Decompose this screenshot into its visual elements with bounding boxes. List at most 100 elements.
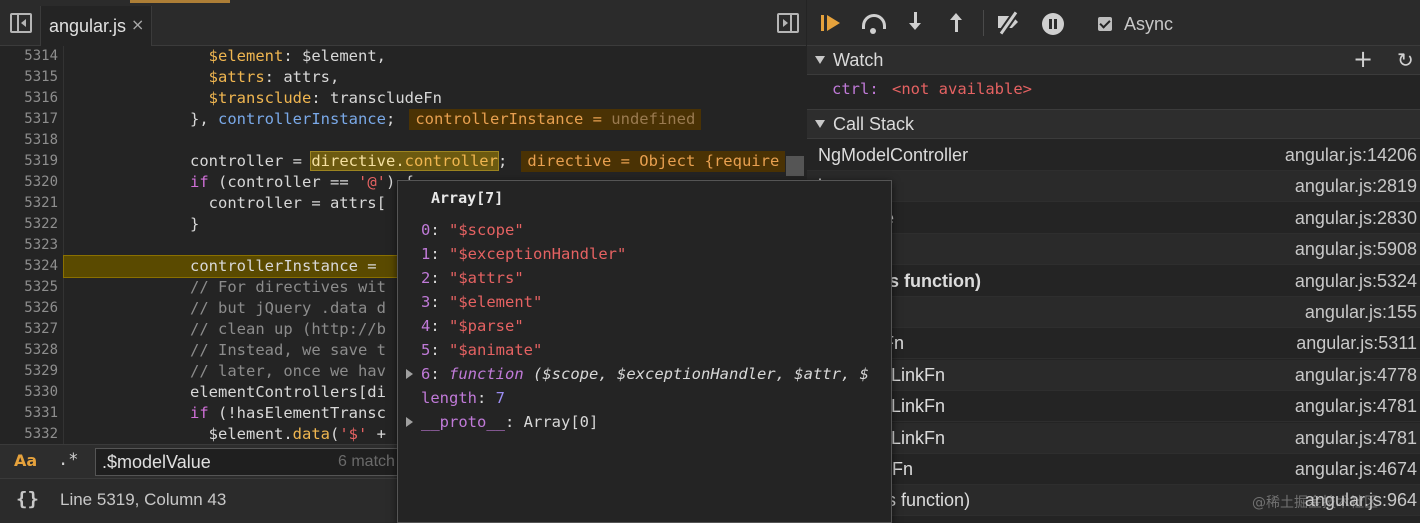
- line-number[interactable]: 5320: [0, 172, 58, 193]
- toggle-debugger-icon[interactable]: [777, 13, 799, 33]
- frame-location-link[interactable]: angular.js:5908: [1295, 239, 1417, 260]
- expand-triangle-icon[interactable]: [406, 417, 413, 427]
- line-number[interactable]: 5316: [0, 88, 58, 109]
- code-line[interactable]: controller = directive.controller; direct…: [64, 151, 786, 172]
- line-number[interactable]: 5332: [0, 424, 58, 444]
- line-number[interactable]: 5321: [0, 193, 58, 214]
- line-number[interactable]: 5331: [0, 403, 58, 424]
- code-line[interactable]: $element: $element,: [64, 46, 786, 67]
- frame-location-link[interactable]: angular.js:4778: [1295, 365, 1417, 386]
- code-line[interactable]: }, controllerInstance; controllerInstance…: [64, 109, 786, 130]
- line-number[interactable]: 5325: [0, 277, 58, 298]
- callstack-frame[interactable]: eangular.js:2830: [807, 203, 1420, 234]
- entry-key: 1: [421, 245, 431, 263]
- entry-value: "$scope": [449, 221, 524, 239]
- entry-value: "$animate": [449, 341, 543, 359]
- frame-location-link[interactable]: angular.js:4781: [1295, 396, 1417, 417]
- object-preview-popover: Array[7] 0: "$scope" 1: "$exceptionHandle…: [397, 180, 892, 523]
- step-over-icon[interactable]: [859, 10, 889, 38]
- callstack-frame[interactable]: angular.js:155: [807, 297, 1420, 328]
- pretty-print-icon[interactable]: {}: [16, 488, 39, 510]
- line-number[interactable]: 5314: [0, 46, 58, 67]
- debugger-sidebar: Async Watch + ↻ ctrl: <not available> Ca…: [807, 0, 1420, 523]
- search-match-count: 6 match: [338, 453, 395, 470]
- code-line[interactable]: $transclude: transcludeFn: [64, 88, 786, 109]
- regex-toggle[interactable]: .*: [58, 450, 78, 470]
- callstack-frame[interactable]: iangular.js:2819: [807, 171, 1420, 202]
- line-number[interactable]: 5324: [0, 256, 58, 277]
- line-number[interactable]: 5327: [0, 319, 58, 340]
- proto-entry[interactable]: __proto__: Array[0]: [421, 410, 598, 434]
- callstack-frame[interactable]: eLinkFn angular.js:4781: [807, 391, 1420, 422]
- frame-location-link[interactable]: angular.js:155: [1305, 302, 1417, 323]
- line-number-gutter[interactable]: 5314 5315 5316 5317 5318 5319 5320 5321 5322 5323…: [0, 46, 64, 444]
- array-entry[interactable]: 5: "$animate": [421, 338, 542, 362]
- line-number[interactable]: 5322: [0, 214, 58, 235]
- refresh-icon[interactable]: ↻: [1397, 48, 1414, 72]
- line-number[interactable]: 5319: [0, 151, 58, 172]
- step-into-icon[interactable]: [902, 10, 932, 38]
- line-number[interactable]: 5318: [0, 130, 58, 151]
- watch-expression-row[interactable]: ctrl: <not available>: [807, 77, 1420, 107]
- watch-section-header[interactable]: Watch + ↻: [807, 45, 1420, 75]
- callstack-frame[interactable]: angular.js:5908: [807, 234, 1420, 265]
- frame-location-link[interactable]: angular.js:2819: [1295, 176, 1417, 197]
- line-number[interactable]: 5323: [0, 235, 58, 256]
- line-number[interactable]: 5330: [0, 382, 58, 403]
- close-icon[interactable]: ×: [131, 15, 144, 34]
- file-tab-label: angular.js: [49, 16, 127, 36]
- array-entry[interactable]: 4: "$parse": [421, 314, 524, 338]
- debugger-toolbar: Async: [807, 0, 1420, 46]
- line-number[interactable]: 5315: [0, 67, 58, 88]
- callstack-frame[interactable]: kFn angular.js:4674: [807, 454, 1420, 485]
- callstack-section-header[interactable]: Call Stack: [807, 109, 1420, 139]
- array-entry[interactable]: 1: "$exceptionHandler": [421, 242, 626, 266]
- active-panel-accent: [130, 0, 230, 3]
- frame-location-link[interactable]: angular.js:4674: [1295, 459, 1417, 480]
- async-label: Async: [1124, 14, 1174, 34]
- async-checkbox[interactable]: [1098, 17, 1112, 31]
- toggle-navigator-icon[interactable]: [10, 13, 32, 33]
- line-number[interactable]: 5328: [0, 340, 58, 361]
- callstack-frame[interactable]: NgModelController angular.js:14206: [807, 140, 1420, 171]
- array-entry[interactable]: 2: "$attrs": [421, 266, 524, 290]
- resume-icon[interactable]: [817, 10, 847, 38]
- watch-title: Watch: [833, 50, 884, 70]
- callstack-frame[interactable]: ous function) angular.js:5324: [807, 266, 1420, 297]
- expand-triangle-icon[interactable]: [406, 369, 413, 379]
- frame-function-name: NgModelController: [818, 145, 969, 165]
- frame-location-link[interactable]: angular.js:2830: [1295, 208, 1417, 229]
- line-number[interactable]: 5329: [0, 361, 58, 382]
- vertical-scrollbar[interactable]: [786, 156, 804, 176]
- match-case-toggle[interactable]: Aa: [14, 451, 37, 470]
- callstack-frame[interactable]: Fn angular.js:5311: [807, 328, 1420, 359]
- function-args: ($scope, $exceptionHandler, $attr, $: [533, 365, 869, 383]
- entry-key: 4: [421, 317, 431, 335]
- array-length: length: 7: [421, 389, 506, 407]
- code-line[interactable]: [64, 130, 786, 151]
- deactivate-breakpoints-icon[interactable]: [995, 10, 1025, 38]
- chevron-down-icon: [815, 120, 825, 128]
- line-number[interactable]: 5326: [0, 298, 58, 319]
- array-entry-function[interactable]: 6: function ($scope, $exceptionHandler, …: [421, 362, 869, 386]
- callstack-frame[interactable]: eLinkFn angular.js:4781: [807, 423, 1420, 454]
- proto-value: Array[0]: [523, 413, 599, 431]
- watermark: @稀土掘金技术社区: [1252, 495, 1378, 511]
- step-out-icon[interactable]: [943, 10, 973, 38]
- code-line[interactable]: $attrs: attrs,: [64, 67, 786, 88]
- toolbar-divider: [983, 10, 984, 36]
- callstack-frame[interactable]: eLinkFn angular.js:4778: [807, 360, 1420, 391]
- proto-key: __proto__: [421, 413, 505, 431]
- array-entry[interactable]: 3: "$element": [421, 290, 542, 314]
- pause-on-exceptions-icon[interactable]: [1039, 10, 1069, 38]
- frame-location-link[interactable]: angular.js:5324: [1295, 271, 1417, 292]
- frame-location-link[interactable]: angular.js:14206: [1285, 145, 1417, 166]
- function-keyword: function: [449, 365, 524, 383]
- line-number[interactable]: 5317: [0, 109, 58, 130]
- frame-location-link[interactable]: angular.js:5311: [1296, 333, 1417, 354]
- frame-location-link[interactable]: angular.js:4781: [1295, 428, 1417, 449]
- array-entry[interactable]: 0: "$scope": [421, 218, 524, 242]
- length-key: length: [421, 389, 477, 407]
- add-watch-icon[interactable]: +: [1353, 45, 1373, 73]
- file-tab-angular-js[interactable]: angular.js ×: [40, 6, 152, 46]
